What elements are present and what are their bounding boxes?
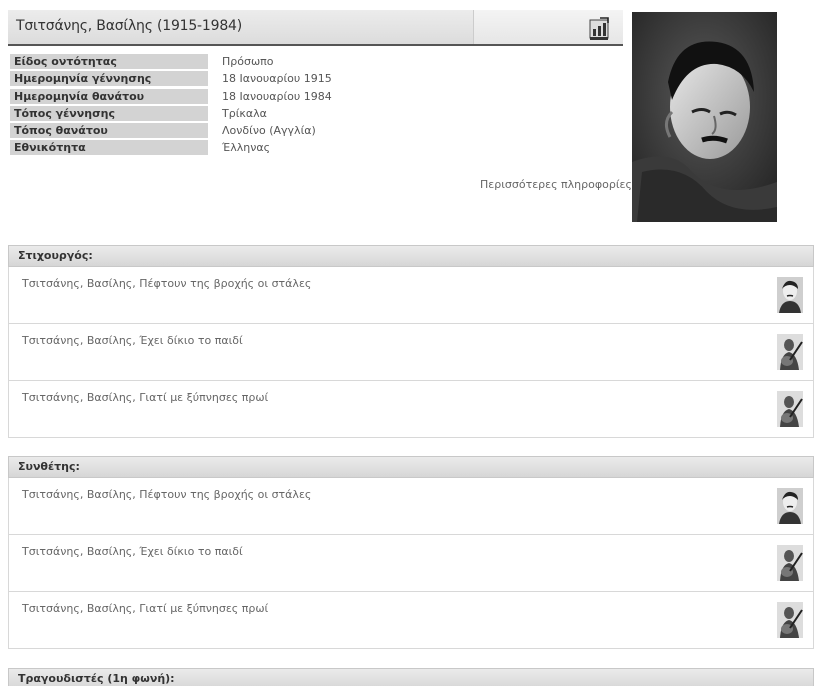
portrait-thumb-icon[interactable] [777,277,803,313]
list-item[interactable]: Τσιτσάνης, Βασίλης, Έχει δίκιο το παιδί [8,535,814,592]
song-title[interactable]: Τσιτσάνης, Βασίλης, Έχει δίκιο το παιδί [22,334,243,347]
list-item[interactable]: Τσιτσάνης, Βασίλης, Γιατί με ξύπνησες πρ… [8,592,814,649]
info-label: Ημερομηνία θανάτου [10,88,208,104]
list-item[interactable]: Τσιτσάνης, Βασίλης, Πέφτουν της βροχής ο… [8,267,814,324]
portrait-thumb-icon[interactable] [777,488,803,524]
section-header-lyricist: Στιχουργός: [8,245,814,267]
export-icon[interactable] [589,17,611,41]
info-value: 18 Ιανουαρίου 1984 [222,89,332,103]
song-title[interactable]: Τσιτσάνης, Βασίλης, Έχει δίκιο το παιδί [22,545,243,558]
info-value: Πρόσωπο [222,55,274,68]
info-label: Είδος οντότητας [10,54,208,69]
list-item[interactable]: Τσιτσάνης, Βασίλης, Γιατί με ξύπνησες πρ… [8,381,814,438]
song-title[interactable]: Τσιτσάνης, Βασίλης, Πέφτουν της βροχής ο… [22,488,311,501]
info-label: Εθνικότητα [10,140,208,156]
song-title[interactable]: Τσιτσάνης, Βασίλης, Πέφτουν της βροχής ο… [22,277,311,290]
entity-title-bar: Τσιτσάνης, Βασίλης (1915-1984) [8,10,623,46]
info-value: Λονδίνο (Αγγλία) [222,124,316,138]
list-item[interactable]: Τσιτσάνης, Βασίλης, Πέφτουν της βροχής ο… [8,478,814,535]
song-title[interactable]: Τσιτσάνης, Βασίλης, Γιατί με ξύπνησες πρ… [22,391,268,404]
info-label: Ημερομηνία γέννησης [10,71,208,87]
more-info-link[interactable]: Περισσότερες πληροφορίες [480,178,632,191]
bouzouki-player-icon[interactable] [777,391,803,427]
bouzouki-player-icon[interactable] [777,602,803,638]
section-header-singers: Τραγουδιστές (1η φωνή): [8,668,814,686]
bouzouki-player-icon[interactable] [777,334,803,370]
page-title: Τσιτσάνης, Βασίλης (1915-1984) [16,18,243,34]
info-label: Τόπος γέννησης [10,105,208,121]
song-title[interactable]: Τσιτσάνης, Βασίλης, Γιατί με ξύπνησες πρ… [22,602,268,615]
section-header-composer: Συνθέτης: [8,456,814,478]
info-value: Τρίκαλα [222,106,267,120]
info-value: 18 Ιανουαρίου 1915 [222,72,332,86]
bouzouki-player-icon[interactable] [777,545,803,581]
info-value: Έλληνας [222,141,271,155]
info-label: Τόπος θανάτου [10,123,208,139]
portrait-image [632,12,777,222]
list-item[interactable]: Τσιτσάνης, Βασίλης, Έχει δίκιο το παιδί [8,324,814,381]
